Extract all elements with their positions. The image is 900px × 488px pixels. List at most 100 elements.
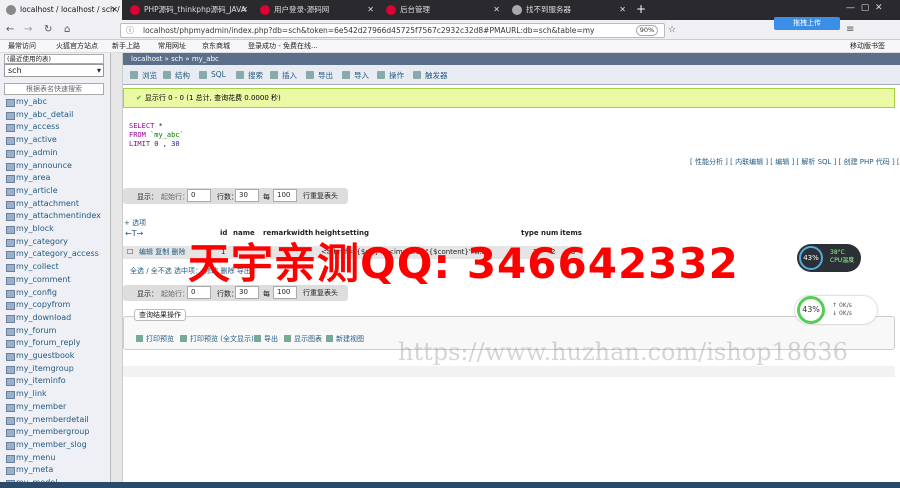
sidebar-item-table[interactable]: my_itemgroup: [6, 364, 74, 374]
site-icon: [386, 5, 396, 15]
tab-insert[interactable]: 插入: [270, 70, 297, 81]
tab-export[interactable]: 导出: [306, 70, 333, 81]
options-link[interactable]: + 选项: [124, 218, 146, 228]
navigation-row-top: 显示： 起始行： 0 行数： 30 每 100 行重复表头: [123, 188, 348, 204]
sidebar-item-table[interactable]: my_abc_detail: [5, 110, 73, 120]
site-icon: [130, 5, 140, 15]
sidebar-item-table[interactable]: my_link: [6, 389, 47, 400]
sidebar-item-table[interactable]: my_category: [6, 237, 68, 247]
sidebar-item-table[interactable]: my_copyfrom: [5, 300, 70, 311]
sidebar-item-table[interactable]: my_menu: [5, 453, 55, 463]
sidebar-item-table[interactable]: my_comment: [6, 275, 71, 285]
network-speed: ↑ 0K/s ↓ 0K/s: [832, 302, 852, 317]
print-preview-link[interactable]: 打印预览: [136, 334, 174, 344]
bookmark-item[interactable]: 最常访问: [8, 41, 36, 52]
display-chart-link[interactable]: 显示图表: [284, 334, 322, 344]
warning-icon: [512, 5, 522, 15]
tab-php-source[interactable]: PHP源码_thinkphp源码_JAVA ✕: [124, 0, 252, 20]
sidebar-item-table[interactable]: my_active: [6, 135, 57, 146]
sidebar-item-table[interactable]: my_member: [5, 402, 66, 412]
close-icon[interactable]: ✕: [111, 0, 118, 20]
mobile-bookmarks[interactable]: 移动版书签: [850, 41, 885, 52]
sidebar-item-table[interactable]: my_abc: [6, 97, 47, 107]
menu-icon[interactable]: ≡: [846, 24, 854, 35]
bookmark-star-icon[interactable]: ☆: [668, 25, 676, 35]
sidebar-item-table[interactable]: my_attachmentindex: [6, 211, 101, 222]
sidebar-item-table[interactable]: my_meta: [5, 465, 53, 476]
sql-links[interactable]: [ 性能分析 ] [ 内联编辑 ] [ 编辑 ] [ 解析 SQL ] [ 创建…: [690, 157, 900, 167]
recent-tables-select[interactable]: (最近使用的表): [4, 54, 104, 64]
tab-admin[interactable]: 后台管理 ✕: [380, 0, 504, 20]
back-icon[interactable]: ←: [6, 24, 14, 35]
phpmyadmin-icon: [6, 5, 16, 15]
sidebar-item-table[interactable]: my_admin: [6, 148, 58, 158]
sidebar-item-table[interactable]: my_config: [5, 288, 57, 298]
close-icon[interactable]: ✕: [619, 0, 626, 20]
tab-login[interactable]: 用户登录-源码网 ✕: [254, 0, 378, 20]
upload-button[interactable]: 拖拽上传: [774, 17, 840, 30]
sidebar-item-table[interactable]: my_area: [5, 173, 50, 184]
home-icon[interactable]: ⌂: [64, 24, 70, 35]
repeat-header-input[interactable]: 100: [273, 189, 297, 202]
sidebar-item-table[interactable]: my_iteminfo: [6, 376, 66, 387]
row-checkbox[interactable]: ☐: [127, 246, 133, 259]
reload-icon[interactable]: ↻: [44, 24, 52, 35]
close-icon[interactable]: ✕: [367, 0, 374, 20]
bookmark-item[interactable]: 登录成功 - 免费在线...: [248, 41, 318, 52]
rows-input[interactable]: 30: [235, 189, 259, 202]
database-select[interactable]: sch ▾: [4, 64, 104, 77]
query-results-legend: 查询结果操作: [134, 309, 186, 321]
sidebar-item-table[interactable]: my_attachment: [6, 199, 79, 209]
success-message: ✔ 显示行 0 - 0 (1 总计, 查询花费 0.0000 秒): [123, 88, 895, 108]
sidebar-item-table[interactable]: my_collect: [6, 262, 59, 273]
create-view-link[interactable]: 新建视图: [326, 334, 364, 344]
sidebar-item-table[interactable]: my_membergroup: [5, 427, 89, 438]
bookmark-item[interactable]: 火狐官方站点: [56, 41, 98, 52]
sidebar-item-table[interactable]: my_block: [6, 224, 54, 234]
sidebar-item-table[interactable]: my_access: [5, 122, 59, 133]
check-icon: ✔: [136, 94, 142, 102]
print-preview-full-link[interactable]: 打印预览 (全文显示): [180, 334, 254, 344]
breadcrumb[interactable]: localhost » sch » my_abc: [123, 53, 900, 65]
forward-icon[interactable]: →: [24, 24, 32, 35]
tab-triggers[interactable]: 触发器: [413, 70, 448, 81]
sidebar-item-table[interactable]: my_download: [5, 313, 71, 323]
taskbar: [0, 482, 900, 488]
row-actions[interactable]: 编辑 复制 删除: [139, 246, 185, 259]
site-icon: [260, 5, 270, 15]
tab-browse[interactable]: 浏览: [130, 70, 157, 81]
sidebar-item-table[interactable]: my_memberdetail: [6, 415, 89, 425]
zoom-indicator[interactable]: 90%: [636, 25, 658, 36]
table-filter-input[interactable]: 根据表名快速搜索: [4, 83, 104, 95]
export-link[interactable]: 导出: [254, 334, 278, 344]
close-icon[interactable]: ✕: [493, 0, 500, 20]
tab-sql[interactable]: SQL: [199, 70, 226, 79]
info-icon[interactable]: ⓘ: [126, 25, 134, 36]
column-arrows[interactable]: ←T→: [125, 229, 143, 238]
sidebar-item-table[interactable]: my_announce: [6, 161, 72, 171]
sidebar-item-table[interactable]: my_member_slog: [6, 440, 87, 450]
tab-operations[interactable]: 操作: [377, 70, 404, 81]
bookmark-item[interactable]: 京东商城: [202, 41, 230, 52]
start-row-input[interactable]: 0: [187, 189, 211, 202]
bookmark-item[interactable]: 常用网址: [158, 41, 186, 52]
window-controls[interactable]: — ▢ ✕: [846, 3, 883, 13]
memory-percent: 43%: [797, 296, 825, 324]
sidebar-item-table[interactable]: my_forum: [5, 326, 56, 336]
tab-not-found[interactable]: 找不到服务器 ✕: [506, 0, 630, 20]
new-tab-button[interactable]: +: [636, 2, 646, 16]
footer-bar: [123, 366, 895, 377]
sql-query: SELECT * FROM `my_abc` LIMIT 0 , 30: [123, 112, 895, 154]
bookmark-item[interactable]: 新手上路: [112, 41, 140, 52]
sidebar-item-table[interactable]: my_forum_reply: [5, 338, 80, 349]
tab-localhost[interactable]: localhost / localhost / sch / a ✕: [0, 0, 122, 20]
sidebar-scrollbar[interactable]: [111, 53, 123, 488]
tab-import[interactable]: 导入: [342, 70, 369, 81]
sidebar-item-table[interactable]: my_category_access: [6, 249, 99, 260]
tab-search[interactable]: 搜索: [236, 70, 263, 81]
url-input[interactable]: localhost/phpmyadmin/index.php?db=sch&to…: [120, 23, 665, 38]
sidebar-item-table[interactable]: my_guestbook: [5, 351, 74, 361]
tab-structure[interactable]: 结构: [163, 70, 190, 81]
sidebar-item-table[interactable]: my_article: [6, 186, 58, 196]
close-icon[interactable]: ✕: [241, 0, 248, 20]
